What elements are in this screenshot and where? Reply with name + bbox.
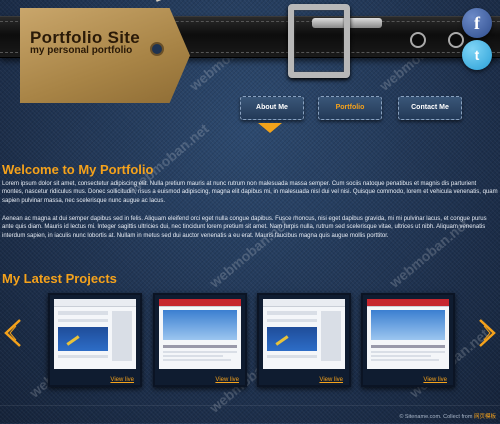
project-card[interactable]: View live xyxy=(153,293,247,387)
project-thumbnail[interactable] xyxy=(159,299,241,369)
view-live-link[interactable]: View live xyxy=(319,377,343,383)
site-subtitle: my personal portfolio xyxy=(30,45,133,56)
copyright-text: © Sitename.com. Collect from 网页模板 xyxy=(399,412,496,420)
footer-link[interactable]: 网页模板 xyxy=(474,414,496,420)
welcome-paragraph-2: Aenean ac magna at dui semper dapibus se… xyxy=(2,216,487,239)
welcome-heading: Welcome to My Portfolio xyxy=(2,162,154,177)
view-live-link[interactable]: View live xyxy=(215,377,239,383)
copyright-label: © Sitename.com. Collect from xyxy=(399,414,474,420)
twitter-icon[interactable]: t xyxy=(462,40,492,70)
belt-buckle xyxy=(288,4,350,78)
project-card[interactable]: View live xyxy=(48,293,142,387)
facebook-icon[interactable]: f xyxy=(462,8,492,38)
project-thumbnail[interactable] xyxy=(263,299,345,369)
project-thumbnail[interactable] xyxy=(54,299,136,369)
belt-hole xyxy=(410,32,426,48)
view-live-link[interactable]: View live xyxy=(423,377,447,383)
nav-portfolio[interactable]: Portfolio xyxy=(318,96,382,120)
belt-hole xyxy=(448,32,464,48)
header: Portfolio Site my personal portfolio f t xyxy=(0,0,500,103)
nav-contact-me[interactable]: Contact Me xyxy=(398,96,462,120)
view-live-link[interactable]: View live xyxy=(110,377,134,383)
footer: © Sitename.com. Collect from 网页模板 xyxy=(0,405,500,424)
projects-heading: My Latest Projects xyxy=(2,271,117,286)
tag-hole xyxy=(150,42,164,56)
project-thumbnail[interactable] xyxy=(367,299,449,369)
project-card[interactable]: View live xyxy=(257,293,351,387)
active-nav-indicator-icon xyxy=(258,123,282,133)
nav-about-me[interactable]: About Me xyxy=(240,96,304,120)
project-card[interactable]: View live xyxy=(361,293,455,387)
projects-carousel: View live View live View live View live xyxy=(0,293,500,388)
welcome-paragraph-1: Lorem ipsum dolor sit amet, consectetur … xyxy=(2,181,498,204)
